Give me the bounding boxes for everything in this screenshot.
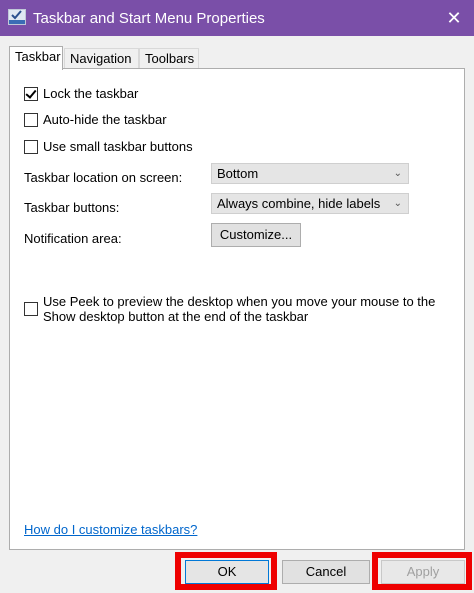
help-link[interactable]: How do I customize taskbars? — [24, 522, 197, 537]
tab-taskbar[interactable]: Taskbar — [9, 46, 63, 70]
taskbar-tab-panel: Lock the taskbar Auto-hide the taskbar U… — [9, 68, 465, 550]
small-buttons-checkbox[interactable] — [24, 139, 38, 154]
taskbar-buttons-label: Taskbar buttons: — [24, 200, 120, 215]
taskbar-buttons-value: Always combine, hide labels — [217, 196, 381, 211]
lock-taskbar-label: Lock the taskbar — [43, 86, 139, 101]
chevron-down-icon: ⌄ — [393, 198, 402, 209]
taskbar-buttons-select[interactable]: Always combine, hide labels ⌄ — [211, 193, 409, 214]
small-buttons-label: Use small taskbar buttons — [43, 139, 193, 154]
peek-label: Use Peek to preview the desktop when you… — [43, 294, 436, 324]
ok-button[interactable]: OK — [185, 560, 269, 584]
taskbar-properties-icon — [8, 9, 26, 25]
cancel-button[interactable]: Cancel — [282, 560, 370, 584]
notification-area-label: Notification area: — [24, 231, 122, 246]
peek-checkbox[interactable] — [24, 302, 38, 316]
apply-button[interactable]: Apply — [381, 560, 465, 584]
peek-option[interactable]: Use Peek to preview the desktop when you… — [24, 294, 454, 324]
title-bar[interactable]: Taskbar and Start Menu Properties ✕ — [0, 0, 474, 36]
customize-button[interactable]: Customize... — [211, 223, 301, 247]
autohide-option[interactable]: Auto-hide the taskbar — [24, 112, 167, 127]
small-buttons-option[interactable]: Use small taskbar buttons — [24, 139, 193, 154]
lock-taskbar-checkbox[interactable] — [24, 86, 38, 101]
location-value: Bottom — [217, 166, 259, 181]
tab-toolbars[interactable]: Toolbars — [139, 48, 199, 69]
location-label: Taskbar location on screen: — [24, 170, 183, 185]
autohide-checkbox[interactable] — [24, 112, 38, 127]
lock-taskbar-option[interactable]: Lock the taskbar — [24, 86, 138, 101]
tab-navigation[interactable]: Navigation — [64, 48, 139, 69]
chevron-down-icon: ⌄ — [393, 168, 402, 179]
autohide-label: Auto-hide the taskbar — [43, 112, 167, 127]
location-select[interactable]: Bottom ⌄ — [211, 163, 409, 184]
close-icon[interactable]: ✕ — [444, 8, 464, 28]
window-title: Taskbar and Start Menu Properties — [33, 10, 265, 27]
